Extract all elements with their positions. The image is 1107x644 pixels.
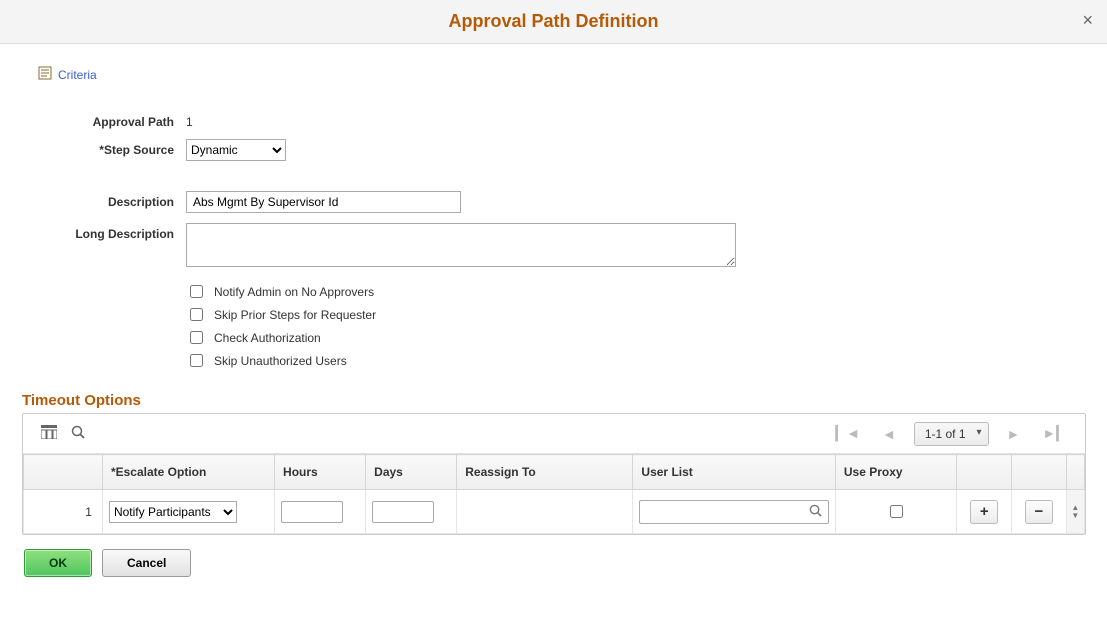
first-page-icon[interactable]: ▎◄ — [831, 425, 864, 442]
cb-skip-prior-label: Skip Prior Steps for Requester — [214, 308, 376, 322]
table-row: 1 Notify Participants — [24, 490, 1085, 534]
reassign-to-cell — [457, 490, 633, 534]
days-input[interactable] — [372, 501, 434, 523]
label-step-source: *Step Source — [24, 139, 174, 157]
col-header-add — [957, 455, 1012, 490]
escalate-option-select[interactable]: Notify Participants — [109, 501, 237, 523]
add-row-button[interactable]: + — [970, 500, 998, 524]
col-header-useproxy[interactable]: Use Proxy — [835, 455, 956, 490]
cb-skip-unauth[interactable] — [190, 354, 203, 367]
col-header-scroll — [1066, 455, 1084, 490]
cb-check-auth[interactable] — [190, 331, 203, 344]
personalize-icon[interactable] — [41, 425, 57, 442]
cb-notify-admin[interactable] — [190, 285, 203, 298]
next-page-icon[interactable]: ► — [1003, 426, 1025, 442]
use-proxy-checkbox[interactable] — [890, 505, 903, 518]
value-approval-path: 1 — [186, 111, 746, 129]
cb-check-auth-label: Check Authorization — [214, 331, 321, 345]
col-header-days[interactable]: Days — [366, 455, 457, 490]
find-icon[interactable] — [71, 425, 85, 442]
prev-page-icon[interactable]: ◄ — [878, 426, 900, 442]
cb-notify-admin-label: Notify Admin on No Approvers — [214, 285, 374, 299]
timeout-grid: *Escalate Option Hours Days Reassign To … — [23, 454, 1085, 534]
cb-skip-prior[interactable] — [190, 308, 203, 321]
row-index: 1 — [24, 490, 103, 534]
cb-skip-unauth-label: Skip Unauthorized Users — [214, 354, 347, 368]
scroll-down-icon[interactable]: ▼ — [1071, 512, 1079, 520]
form-grid: Approval Path 1 *Step Source Dynamic Des… — [24, 111, 1087, 374]
footer-buttons: OK Cancel — [24, 549, 1087, 577]
criteria-row: Criteria — [38, 66, 1087, 83]
last-page-icon[interactable]: ►▎ — [1038, 425, 1071, 442]
col-header-userlist[interactable]: User List — [633, 455, 835, 490]
user-list-lookup[interactable] — [639, 500, 829, 524]
criteria-link[interactable]: Criteria — [58, 68, 97, 82]
long-description-textarea[interactable] — [186, 223, 736, 267]
modal-header: Approval Path Definition × — [0, 0, 1107, 44]
description-input[interactable] — [186, 191, 461, 213]
close-icon[interactable]: × — [1082, 10, 1093, 31]
row-scroll[interactable]: ▲ ▼ — [1067, 504, 1084, 520]
step-source-select[interactable]: Dynamic — [186, 139, 286, 161]
grid-wrapper: ▎◄ ◄ 1-1 of 1 ► ►▎ *Escalate Option Hour… — [22, 413, 1086, 535]
cancel-button[interactable]: Cancel — [102, 549, 191, 577]
user-list-input[interactable] — [644, 502, 805, 522]
label-description: Description — [24, 191, 174, 209]
hours-input[interactable] — [281, 501, 343, 523]
grid-toolbar: ▎◄ ◄ 1-1 of 1 ► ►▎ — [23, 414, 1085, 454]
col-header-escalate[interactable]: *Escalate Option — [102, 455, 274, 490]
lookup-icon[interactable] — [805, 504, 826, 520]
delete-row-button[interactable]: − — [1025, 500, 1053, 524]
col-header-index[interactable] — [24, 455, 103, 490]
pager-range[interactable]: 1-1 of 1 — [914, 422, 989, 446]
section-timeout-options: Timeout Options — [22, 392, 1087, 409]
page-title: Approval Path Definition — [448, 11, 658, 32]
content-area: Criteria Approval Path 1 *Step Source Dy… — [0, 44, 1107, 597]
criteria-icon — [38, 66, 52, 83]
col-header-hours[interactable]: Hours — [275, 455, 366, 490]
pager-range-text: 1-1 of 1 — [925, 427, 966, 441]
label-approval-path: Approval Path — [24, 111, 174, 129]
col-header-reassign[interactable]: Reassign To — [457, 455, 633, 490]
label-long-description: Long Description — [24, 223, 174, 241]
ok-button[interactable]: OK — [24, 549, 92, 577]
checkbox-stack: Notify Admin on No Approvers Skip Prior … — [186, 280, 746, 374]
col-header-delete — [1012, 455, 1067, 490]
